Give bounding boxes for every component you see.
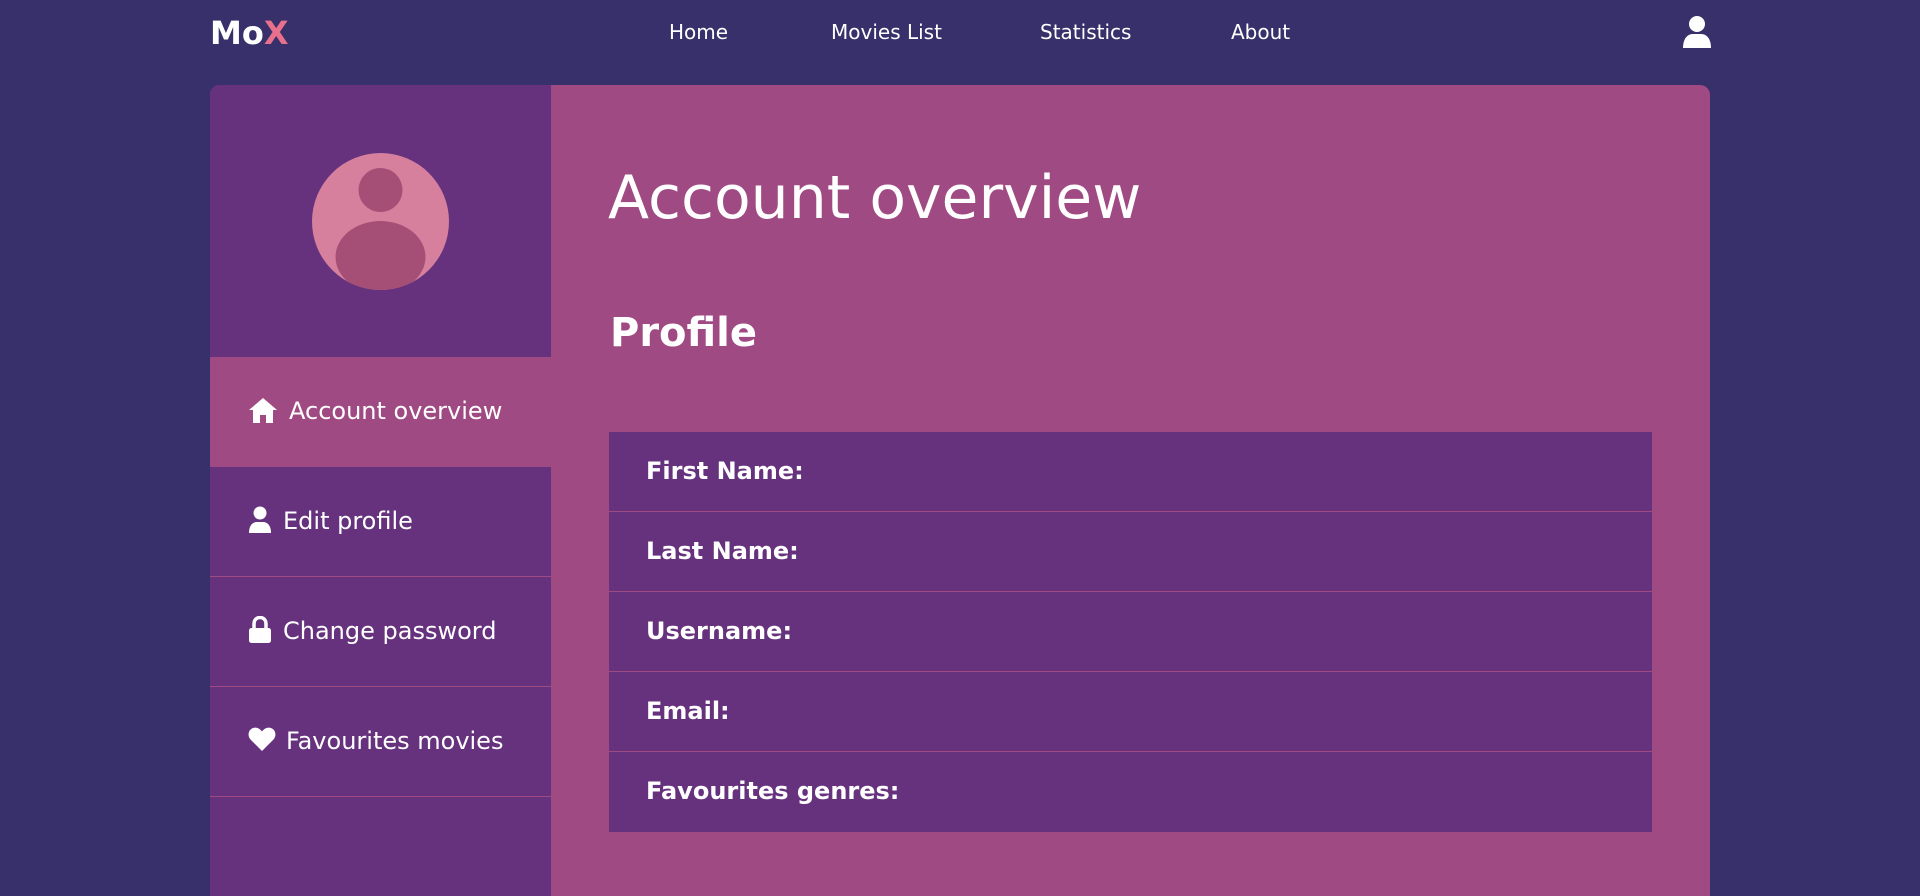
- page-title: Account overview: [608, 163, 1142, 233]
- nav-link-movies-list[interactable]: Movies List: [831, 20, 942, 44]
- profile-label: Username:: [646, 617, 793, 645]
- section-title: Profile: [610, 310, 758, 356]
- nav-link-about[interactable]: About: [1231, 20, 1290, 44]
- heart-icon: [248, 726, 278, 756]
- profile-label: Favourites genres:: [646, 777, 900, 805]
- home-icon: [248, 396, 278, 426]
- user-icon: [248, 506, 278, 536]
- profile-table: First Name: Last Name: Username: Email: …: [609, 432, 1652, 832]
- profile-row-username: Username:: [609, 592, 1652, 672]
- sidebar-item-label: Edit profile: [283, 507, 413, 535]
- sidebar-item-favourites-movies[interactable]: Favourites movies: [210, 687, 551, 797]
- sidebar-item-edit-profile[interactable]: Edit profile: [210, 467, 551, 577]
- avatar-placeholder-icon: [312, 153, 449, 290]
- lock-icon: [248, 615, 278, 646]
- sidebar-item-change-password[interactable]: Change password: [210, 577, 551, 687]
- sidebar: Account overview Edit profile Change pas…: [210, 85, 551, 896]
- profile-row-last-name: Last Name:: [609, 512, 1652, 592]
- profile-row-email: Email:: [609, 672, 1652, 752]
- profile-label: Last Name:: [646, 537, 799, 565]
- avatar-area: [210, 85, 551, 357]
- sidebar-item-label: Account overview: [289, 397, 503, 425]
- sidebar-item-account-overview[interactable]: Account overview: [210, 357, 551, 467]
- profile-label: Email:: [646, 697, 730, 725]
- profile-row-first-name: First Name:: [609, 432, 1652, 512]
- user-icon[interactable]: [1682, 15, 1712, 49]
- nav-link-home[interactable]: Home: [669, 20, 728, 44]
- nav-link-statistics[interactable]: Statistics: [1040, 20, 1131, 44]
- sidebar-item-label: Favourites movies: [286, 727, 504, 755]
- account-panel: Account overview Edit profile Change pas…: [210, 85, 1710, 896]
- profile-row-favourites-genres: Favourites genres:: [609, 752, 1652, 832]
- top-navbar: MoX Home Movies List Statistics About: [0, 0, 1920, 66]
- nav-links: Home Movies List Statistics About: [0, 20, 1920, 46]
- sidebar-item-label: Change password: [283, 617, 497, 645]
- profile-label: First Name:: [646, 457, 804, 485]
